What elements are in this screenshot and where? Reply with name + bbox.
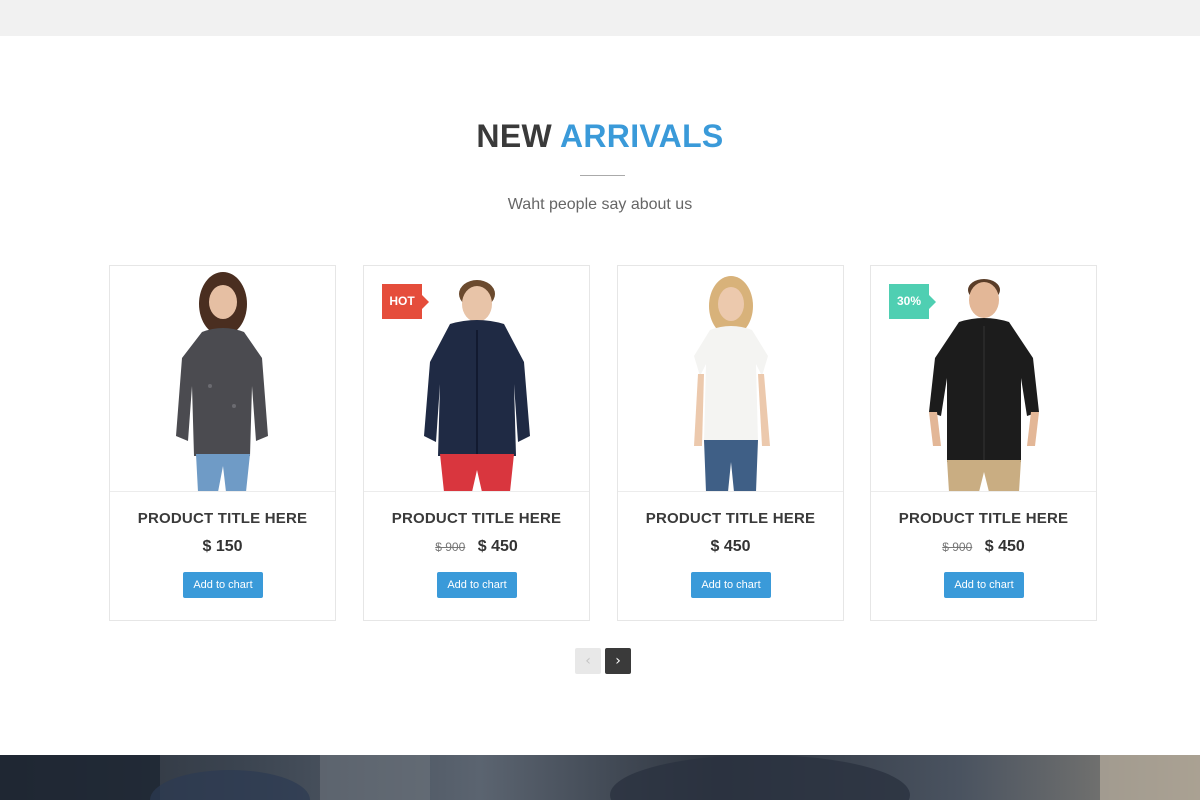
current-price: $ 450: [984, 538, 1025, 555]
product-title[interactable]: PRODUCT TITLE HERE: [364, 510, 589, 527]
price-row: $ 150: [110, 538, 335, 556]
product-title[interactable]: PRODUCT TITLE HERE: [110, 510, 335, 527]
footer-hero-image: [0, 755, 1200, 800]
price-row: $ 900 $ 450: [871, 538, 1096, 556]
section-subtitle: Waht people say about us: [507, 196, 693, 213]
carousel-next-button[interactable]: ›: [605, 648, 631, 674]
add-to-cart-button[interactable]: Add to chart: [944, 572, 1024, 598]
top-bar: [0, 0, 1200, 36]
product-card: HOT PRODUCT TITLE HERE $ 900 $ 450 Add t…: [363, 265, 590, 621]
product-image[interactable]: [618, 266, 843, 492]
section-title: NEW ARRIVALS: [0, 118, 1200, 155]
section-title-main: NEW: [476, 118, 552, 154]
add-to-cart-button[interactable]: Add to chart: [183, 572, 263, 598]
add-to-cart-button[interactable]: Add to chart: [691, 572, 771, 598]
current-price: $ 450: [710, 538, 751, 555]
product-title[interactable]: PRODUCT TITLE HERE: [871, 510, 1096, 527]
price-row: $ 450: [618, 538, 843, 556]
product-image[interactable]: HOT: [364, 266, 589, 492]
carousel-prev-button[interactable]: ‹: [575, 648, 601, 674]
product-card: 30% PRODUCT TITLE HERE $ 900 $ 450 Add t…: [870, 265, 1097, 621]
title-divider: [580, 175, 625, 176]
current-price: $ 150: [202, 538, 243, 555]
hot-badge: HOT: [382, 284, 429, 319]
product-image[interactable]: [110, 266, 335, 492]
product-image[interactable]: 30%: [871, 266, 1096, 492]
product-card: PRODUCT TITLE HERE $ 150 Add to chart: [109, 265, 336, 621]
price-row: $ 900 $ 450: [364, 538, 589, 556]
discount-badge: 30%: [889, 284, 936, 319]
product-card: PRODUCT TITLE HERE $ 450 Add to chart: [617, 265, 844, 621]
add-to-cart-button[interactable]: Add to chart: [437, 572, 517, 598]
section-title-accent: ARRIVALS: [559, 118, 724, 154]
current-price: $ 450: [477, 538, 518, 555]
old-price: $ 900: [942, 540, 973, 554]
product-title[interactable]: PRODUCT TITLE HERE: [618, 510, 843, 527]
old-price: $ 900: [435, 540, 466, 554]
